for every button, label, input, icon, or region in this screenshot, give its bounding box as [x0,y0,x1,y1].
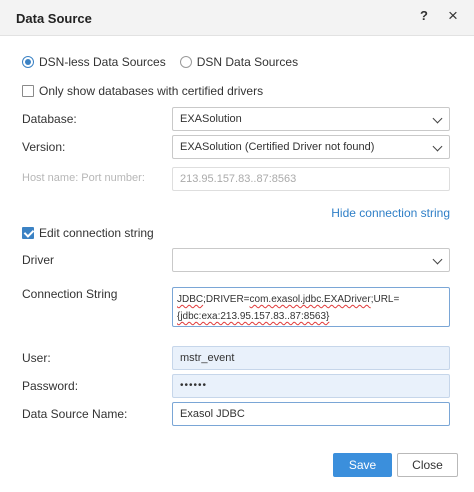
chevron-down-icon[interactable] [432,113,443,124]
radio-dsn[interactable]: DSN Data Sources [179,55,299,69]
connection-string-driver-class: com.exasol.jdbc.EXADriver [249,294,371,305]
data-source-name-label: Data Source Name: [22,407,128,421]
connection-string-jdbc: JDBC [177,294,204,305]
help-icon[interactable]: ? [414,6,434,26]
version-value: EXASolution (Certified Driver not found) [180,141,375,153]
data-source-name-value: Exasol JDBC [180,408,245,420]
edit-connection-label: Edit connection string [39,226,154,240]
hide-connection-string-link[interactable]: Hide connection string [331,206,450,220]
edit-connection-checkbox[interactable] [22,227,34,239]
close-button[interactable]: Close [397,453,458,477]
version-label: Version: [22,140,66,154]
driver-label: Driver [22,253,54,267]
edit-connection-checkbox-row[interactable]: Edit connection string [22,226,154,240]
close-icon[interactable]: × [443,6,463,26]
connection-string-textarea[interactable]: JDBC;DRIVER=com.exasol.jdbc.EXADriver;UR… [172,287,450,327]
password-input[interactable]: •••••• [172,374,450,398]
certified-only-checkbox[interactable] [22,85,34,97]
user-input[interactable]: mstr_event [172,346,450,370]
data-source-name-input[interactable]: Exasol JDBC [172,402,450,426]
connection-string-url-key: ;URL= [370,294,400,305]
radio-dsn-indicator[interactable] [179,56,192,68]
password-label: Password: [22,379,79,393]
dialog-title: Data Source [16,11,92,26]
database-select[interactable]: EXASolution [172,107,450,131]
connection-string-driver-key: ;DRIVER= [203,294,250,305]
version-select[interactable]: EXASolution (Certified Driver not found) [172,135,450,159]
radio-dsn-less-indicator[interactable] [22,56,34,68]
chevron-down-icon[interactable] [432,141,443,152]
user-label: User: [22,351,51,365]
certified-only-label: Only show databases with certified drive… [39,84,264,98]
radio-dsn-label: DSN Data Sources [196,55,299,69]
user-value: mstr_event [180,352,235,364]
host-port-input: 213.95.157.83..87:8563 [172,167,450,191]
chevron-down-icon[interactable] [432,254,443,265]
save-button[interactable]: Save [333,453,392,477]
database-value: EXASolution [180,113,242,125]
driver-select[interactable] [172,248,450,272]
password-value: •••••• [180,380,208,391]
connection-string-label: Connection String [22,287,118,301]
radio-dsn-less[interactable]: DSN-less Data Sources [22,55,166,69]
connection-string-url: {jdbc:exa:213.95.157.83..87:8563} [177,311,330,322]
connection-string-line-1: JDBC;DRIVER=com.exasol.jdbc.EXADriver;UR… [177,291,445,308]
host-port-label: Host name: Port number: [22,172,145,184]
radio-dsn-less-label: DSN-less Data Sources [39,55,166,69]
host-port-value: 213.95.157.83..87:8563 [180,173,297,185]
data-source-dialog: Data Source ? × DSN-less Data Sources DS… [0,0,474,492]
source-type-radio-group: DSN-less Data Sources DSN Data Sources [22,54,298,70]
dialog-titlebar: Data Source ? × [0,0,474,36]
connection-string-line-2: {jdbc:exa:213.95.157.83..87:8563} [177,308,445,325]
certified-only-checkbox-row[interactable]: Only show databases with certified drive… [22,84,263,98]
database-label: Database: [22,112,77,126]
